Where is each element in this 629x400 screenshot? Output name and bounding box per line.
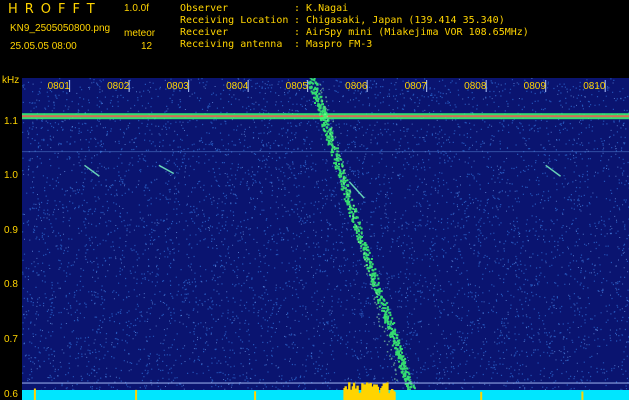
file-name: KN9_2505050800.png [10,23,111,34]
x-tick-label: 0804 [226,81,249,92]
app-version: 1.0.0f [124,3,150,14]
antenna-value: : Maspro FM-3 [294,39,373,50]
spectrogram [22,78,629,400]
y-tick-label: 0.8 [4,279,18,291]
x-tick-label: 0809 [523,81,546,92]
spectrogram-svg [22,78,629,400]
receiver-value: : AirSpy mini (Miakejima VOR 108.65MHz) [294,27,529,38]
antenna-label: Receiving antenna [180,39,283,50]
x-tick-label: 0805 [285,81,308,92]
y-tick-label: 0.7 [4,333,18,345]
header-panel: HROFFT 1.0.0f KN9_2505050800.png 25.05.0… [0,0,629,75]
meteor-count-value: 12 [141,41,153,52]
observer-row: Observer : K.Nagai [180,3,348,14]
x-tick-label: 0810 [583,81,606,92]
location-label: Receiving Location [180,15,289,26]
x-tick-label: 0801 [47,81,70,92]
meteor-count-label: meteor [124,28,156,39]
faint-line [22,151,629,153]
location-row: Receiving Location : Chigasaki, Japan (13… [180,15,505,26]
y-tick-label: 1.0 [4,170,18,182]
observer-label: Observer [180,3,229,14]
app-logo: HROFFT [8,2,102,17]
x-tick-label: 0807 [404,81,427,92]
observer-value: : K.Nagai [294,3,349,14]
x-tick-label: 0803 [166,81,189,92]
receiver-label: Receiver [180,27,229,38]
y-tick-label: 1.1 [4,115,18,127]
observation-datetime: 25.05.05 08:00 [10,41,77,52]
y-tick-label: 0.6 [4,388,18,400]
x-tick-label: 0808 [464,81,487,92]
y-tick-label: 0.9 [4,224,18,236]
x-tick-label: 0802 [107,81,130,92]
activity-baseline [22,390,629,400]
x-tick-label: 0806 [345,81,368,92]
location-value: : Chigasaki, Japan (139.414 35.340) [294,15,505,26]
y-axis-unit: kHz [2,75,20,86]
receiver-row: Receiver : AirSpy mini (Miakejima VOR 108… [180,27,529,38]
antenna-row: Receiving antenna : Maspro FM-3 [180,39,372,50]
reference-line [22,382,629,384]
